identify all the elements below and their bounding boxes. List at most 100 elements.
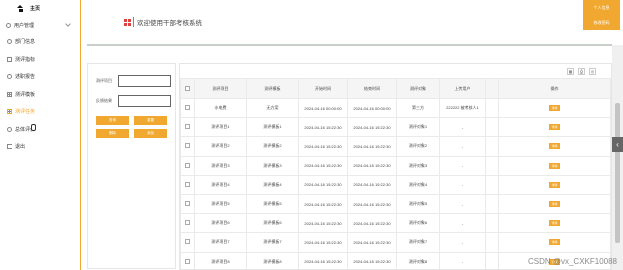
print-icon[interactable]: ◎ [589,67,596,75]
scroll-thumb[interactable] [615,103,620,243]
table-cell: 2024-04-16 00:00:00 [298,97,348,119]
detail-button[interactable]: 详情 [549,201,560,208]
table-cell: 2024-04-16 15:22:30 [298,136,348,157]
project-label: 测评项目 [96,78,112,83]
watermark: CSDN @vx_CXKF10088 [527,257,617,266]
detail-button[interactable]: 详情 [549,143,560,150]
table-cell: 2024-04-16 15:22:30 [347,174,397,195]
table-cell [485,213,499,234]
table-cell: 测评模板1 [246,117,299,138]
detail-button[interactable]: 详情 [549,181,560,188]
table-row[interactable]: 测评项目5 测评模板5 2024-04-16 15:22:30 2024-04-16 … [180,193,611,215]
table-cell: 2024-04-16 15:22:30 [298,213,348,234]
action-cell: 详情 [498,97,611,119]
detail-button[interactable]: 详情 [549,162,560,169]
column-header[interactable]: 开始时间 [298,78,348,99]
table-row[interactable]: 测评项目3 测评模板3 2024-04-16 15:22:30 2024-04-16 … [180,155,611,176]
detail-button[interactable]: 详情 [549,239,560,246]
table-row[interactable]: 测评项目2 测评模板2 2024-04-16 15:22:30 2024-04-16 … [180,136,611,157]
sidebar-item-label: 测评任务 [15,109,36,116]
table-cell: 测评对象7 [396,232,440,253]
detail-button[interactable]: 详情 [549,124,560,131]
sidebar-item-logout[interactable]: 退出 [0,138,80,155]
feedback-input[interactable] [118,95,171,107]
reset-button[interactable]: 重置 [134,116,167,125]
grid-icon [7,91,12,97]
detail-button[interactable]: 详情 [549,105,560,112]
action-cell: 详情 [498,232,611,253]
sidebar-item-report[interactable]: 述职报告 [0,68,80,86]
table-cell: 测评对象3 [396,155,440,176]
table-cell: 2024-04-16 15:22:30 [347,251,397,269]
detail-button[interactable]: 详情 [549,220,560,227]
columns-icon[interactable]: ▦ [567,67,574,75]
table-cell: 2024-04-16 15:22:30 [298,232,348,253]
table-cell: 第三方 [396,97,440,119]
table-cell: 测评模板5 [246,193,299,215]
row-checkbox-cell[interactable] [180,97,195,119]
table-cell: 测评项目7 [194,232,247,253]
row-checkbox[interactable] [185,220,190,226]
table-row[interactable]: 水电费 无方案 2024-04-16 00:00:00 2024-04-16 00:0… [180,97,611,119]
sidebar-home[interactable]: 主页 [0,0,80,17]
row-checkbox[interactable] [185,258,190,264]
add-button[interactable]: 添加 [134,129,167,138]
table-header-row: 测评项目 测评模板 开始时间 结束时间 测评对象 上传用户 操作 [180,78,611,99]
table-row[interactable]: 测评项目6 测评模板6 2024-04-16 15:22:30 2024-04-16 … [180,213,611,234]
column-header: 操作 [498,78,611,99]
table-row[interactable]: 测评项目7 测评模板7 2024-04-16 15:22:30 2024-04-16 … [180,232,611,253]
row-checkbox-cell[interactable] [180,193,195,215]
row-checkbox[interactable] [185,181,190,187]
column-header[interactable]: 结束时间 [347,78,397,99]
row-checkbox-cell[interactable] [180,174,195,195]
table-row[interactable]: 测评项目4 测评模板4 2024-04-16 15:22:30 2024-04-16 … [180,174,611,195]
table-cell: 测评对象4 [396,174,440,195]
query-button[interactable]: 查询 [96,116,129,125]
table-tools: ▦ ⎙ ◎ [180,64,611,78]
row-checkbox[interactable] [185,105,190,111]
page-scrollbar[interactable] [612,45,623,270]
sidebar-user-mgmt[interactable]: 用户管理 [0,17,80,33]
row-checkbox[interactable] [185,239,190,245]
export-icon[interactable]: ⎙ [578,67,585,75]
table-cell: 测评项目4 [194,174,247,195]
row-checkbox[interactable] [185,162,190,168]
table-cell: 2024-04-16 15:22:30 [347,117,397,138]
row-checkbox[interactable] [185,143,190,149]
chevron-down-icon [65,21,71,27]
row-checkbox-cell[interactable] [180,232,195,253]
table-row[interactable]: 测评项目1 测评模板1 2024-04-16 15:22:30 2024-04-16 … [180,117,611,138]
table-cell: 无方案 [246,97,299,119]
sidebar-item-evaluation[interactable]: 总体评价 [0,121,80,139]
circle-icon [7,126,12,132]
sidebar-item-department[interactable]: 部门信息 [0,33,80,51]
data-table-panel: ▦ ⎙ ◎ 测评项目 测评模板 开始时间 结束时间 测评对象 上传用户 操作 水… [179,63,612,270]
column-header[interactable]: 上传用户 [439,78,486,99]
column-header[interactable]: 测评对象 [396,78,440,99]
table-cell: 测评对象6 [396,213,440,234]
sidebar-item-label: 测评模板 [15,91,36,98]
row-checkbox[interactable] [185,201,190,207]
sidebar-item-indicator[interactable]: 测评指标 [0,51,80,69]
row-checkbox[interactable] [185,124,190,130]
page-title: 欢迎使用干部考核系统 [133,17,202,27]
change-password-button[interactable]: 修改密码 [583,15,620,30]
row-checkbox-cell[interactable] [180,136,195,157]
collapse-handle[interactable]: ‹ [612,137,623,152]
header-checkbox-cell[interactable] [180,78,195,99]
sidebar-item-template[interactable]: 测评模板 [0,86,80,104]
action-cell: 详情 [498,213,611,234]
row-checkbox-cell[interactable] [180,213,195,234]
sidebar-item-task[interactable]: 测评任务 [0,103,80,121]
circle-icon [7,39,12,45]
personal-info-button[interactable]: 个人信息 [583,0,620,15]
select-all-checkbox[interactable] [185,85,190,91]
row-checkbox-cell[interactable] [180,251,195,269]
column-header[interactable]: 测评项目 [194,78,247,99]
row-checkbox-cell[interactable] [180,155,195,176]
row-checkbox-cell[interactable] [180,117,195,138]
column-header[interactable]: 测评模板 [246,78,299,99]
project-input[interactable] [118,75,171,87]
logout-icon [7,144,12,149]
delete-button[interactable]: 删除 [96,129,129,138]
